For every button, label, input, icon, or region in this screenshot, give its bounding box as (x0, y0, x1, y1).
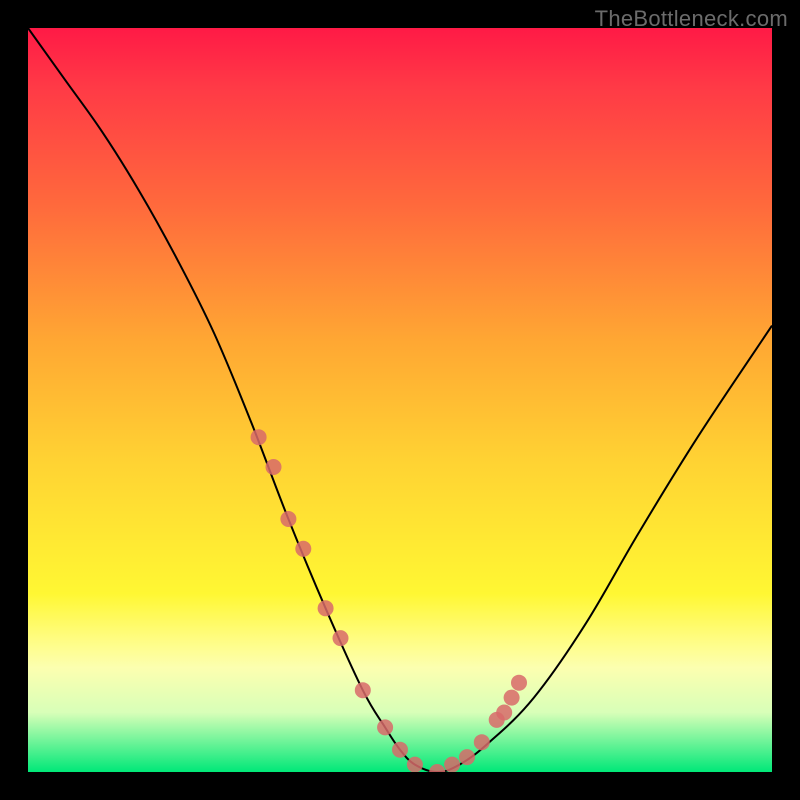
highlight-marker (459, 749, 475, 765)
highlight-marker (266, 459, 282, 475)
highlight-marker (504, 690, 520, 706)
highlight-marker (251, 429, 267, 445)
highlight-marker (280, 511, 296, 527)
highlight-marker (444, 757, 460, 772)
chart-svg (28, 28, 772, 772)
highlight-marker (377, 719, 393, 735)
highlight-marker (429, 764, 445, 772)
highlight-marker (392, 742, 408, 758)
highlight-marker (511, 675, 527, 691)
bottleneck-curve-line (28, 28, 772, 772)
highlight-marker (496, 705, 512, 721)
highlight-marker (333, 630, 349, 646)
plot-area (28, 28, 772, 772)
highlight-marker (474, 734, 490, 750)
highlight-marker (355, 682, 371, 698)
highlight-marker (407, 757, 423, 772)
highlight-marker (295, 541, 311, 557)
watermark-text: TheBottleneck.com (595, 6, 788, 32)
highlight-marker (318, 600, 334, 616)
highlight-markers-group (251, 429, 527, 772)
